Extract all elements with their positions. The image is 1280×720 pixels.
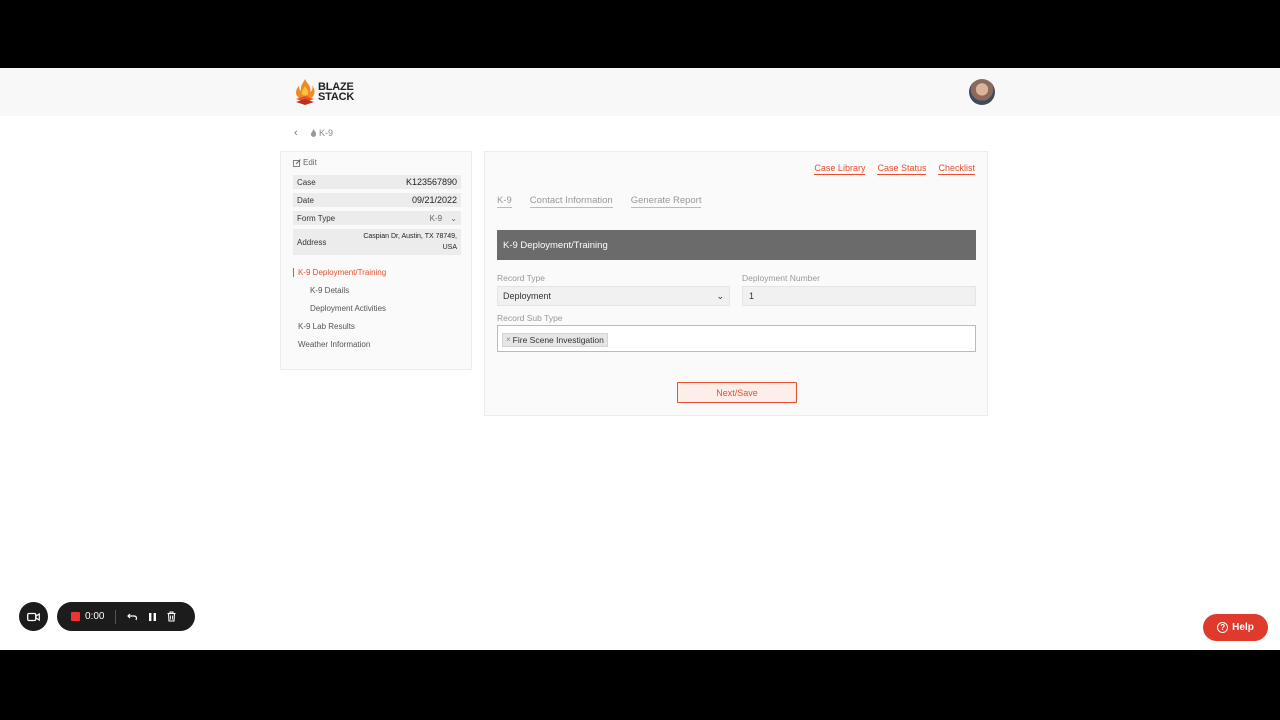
info-row-case: Case K123567890 <box>293 175 461 189</box>
case-sidebar: Edit Case K123567890 Date 09/21/2022 For… <box>280 151 472 370</box>
form-tabs: K-9 Contact Information Generate Report <box>497 195 702 208</box>
pause-button[interactable] <box>148 612 157 622</box>
tab-k9[interactable]: K-9 <box>497 195 512 208</box>
selected-tag: × Fire Scene Investigation <box>502 332 608 347</box>
breadcrumb-current[interactable]: K-9 <box>319 128 333 138</box>
deployment-number-input[interactable]: 1 <box>742 286 976 306</box>
case-date: 09/21/2022 <box>411 195 457 205</box>
chevron-down-icon: ⌄ <box>716 290 724 301</box>
stop-recording-button[interactable] <box>71 612 80 621</box>
logo[interactable]: BLAZE STACK <box>294 77 364 107</box>
record-type-select[interactable]: Deployment ⌄ <box>497 286 730 306</box>
flame-icon <box>310 128 317 137</box>
edit-icon <box>293 158 301 167</box>
main-form-panel: Case Library Case Status Checklist K-9 C… <box>484 151 988 416</box>
next-save-button[interactable]: Next/Save <box>677 382 797 403</box>
recorder-toolbar: 0:00 <box>57 602 195 631</box>
sidebar-item-deployment-activities[interactable]: Deployment Activities <box>310 304 386 313</box>
help-button[interactable]: ? Help <box>1203 614 1268 641</box>
undo-button[interactable] <box>127 612 138 621</box>
top-bar: BLAZE STACK <box>0 68 1280 116</box>
info-row-date: Date 09/21/2022 <box>293 193 461 207</box>
info-row-address: Address Caspian Dr, Austin, TX 78749, US… <box>293 229 461 255</box>
sidebar-item-k9-deployment-training[interactable]: K-9 Deployment/Training <box>293 268 386 277</box>
divider <box>115 609 116 624</box>
section-title: K-9 Deployment/Training <box>497 230 976 260</box>
record-sub-type-label: Record Sub Type <box>497 313 563 323</box>
tab-generate-report[interactable]: Generate Report <box>630 195 702 208</box>
recording-timer: 0:00 <box>85 611 105 622</box>
deployment-number-label: Deployment Number <box>742 273 820 283</box>
app-screen: BLAZE STACK ‹ K-9 Edit Case K123567890 D… <box>0 68 1280 650</box>
remove-tag-icon[interactable]: × <box>506 335 511 344</box>
case-address: Caspian Dr, Austin, TX 78749, USA <box>363 233 457 251</box>
sidebar-item-k9-lab-results[interactable]: K-9 Lab Results <box>298 322 355 331</box>
pause-icon <box>149 612 156 621</box>
delete-recording-button[interactable] <box>167 611 176 622</box>
case-status-link[interactable]: Case Status <box>877 163 927 175</box>
question-icon: ? <box>1217 622 1229 633</box>
back-chevron-icon[interactable]: ‹ <box>294 127 304 139</box>
form-type-value: K-9 ⌄ <box>429 213 457 223</box>
case-number: K123567890 <box>405 177 457 187</box>
trash-icon <box>167 611 176 622</box>
camera-toggle-button[interactable] <box>19 602 48 631</box>
breadcrumb: ‹ K-9 <box>294 126 333 140</box>
undo-icon <box>127 613 138 621</box>
record-sub-type-input[interactable]: × Fire Scene Investigation <box>497 325 976 352</box>
record-type-label: Record Type <box>497 273 546 283</box>
flame-logo-icon <box>296 79 315 105</box>
user-avatar[interactable] <box>969 79 995 105</box>
info-row-form-type[interactable]: Form Type K-9 ⌄ <box>293 211 461 225</box>
edit-button[interactable]: Edit <box>293 158 317 167</box>
sidebar-item-k9-details[interactable]: K-9 Details <box>310 286 349 295</box>
camera-icon <box>27 612 40 621</box>
sidebar-item-weather-information[interactable]: Weather Information <box>298 340 370 349</box>
logo-text: BLAZE STACK <box>318 81 355 103</box>
chevron-down-icon: ⌄ <box>450 213 457 223</box>
top-links: Case Library Case Status Checklist <box>814 163 975 175</box>
tab-contact-information[interactable]: Contact Information <box>529 195 613 208</box>
case-library-link[interactable]: Case Library <box>814 163 866 175</box>
checklist-link[interactable]: Checklist <box>938 163 975 175</box>
